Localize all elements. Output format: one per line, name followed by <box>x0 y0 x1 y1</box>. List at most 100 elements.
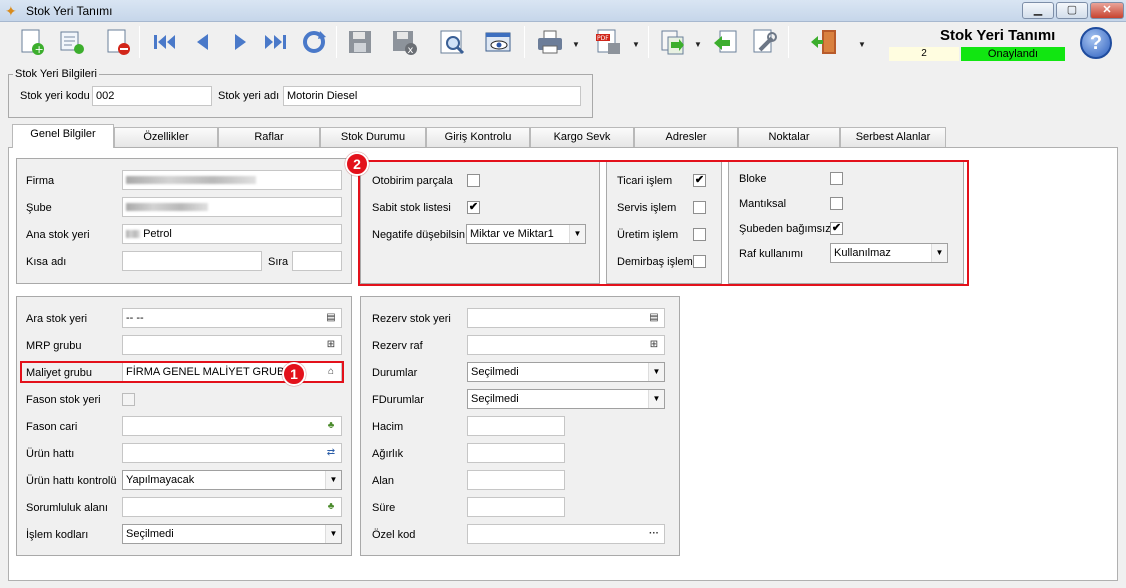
urun-hatti-input[interactable]: ⇄ <box>122 443 342 463</box>
chevron-down-icon: ▼ <box>648 363 664 381</box>
rezerv-raf-label: Rezerv raf <box>372 340 423 352</box>
tab-noktalar[interactable]: Noktalar <box>738 127 840 147</box>
next-record-button[interactable] <box>222 24 258 60</box>
window-title: Stok Yeri Tanımı <box>26 4 113 18</box>
chevron-down-icon: ▼ <box>325 525 341 543</box>
pdf-dropdown-arrow[interactable]: ▼ <box>632 40 640 49</box>
pdf-export-button[interactable]: PDF <box>590 24 626 60</box>
ana-stok-input[interactable]: Petrol <box>122 224 342 244</box>
sorumluluk-input[interactable]: ♣ <box>122 497 342 517</box>
rezerv-stok-input[interactable]: ▤ <box>467 308 665 328</box>
tree-icon[interactable]: ⊞ <box>646 338 662 352</box>
fason-cari-input[interactable]: ♣ <box>122 416 342 436</box>
sira-label: Sıra <box>268 256 289 268</box>
list-icon[interactable]: ▤ <box>646 311 662 325</box>
minimize-button[interactable]: ▁ <box>1022 2 1054 19</box>
first-record-button[interactable] <box>146 24 182 60</box>
form-title: Stok Yeri Tanımı <box>940 27 1056 44</box>
firma-input[interactable] <box>122 170 342 190</box>
tree-icon[interactable]: ⊞ <box>323 338 339 352</box>
fason-stok-checkbox[interactable] <box>122 393 135 406</box>
sure-input[interactable] <box>467 497 565 517</box>
stock-code-label: Stok yeri kodu <box>20 90 90 102</box>
ara-stok-label: Ara stok yeri <box>26 313 88 325</box>
tab-stok-durumu[interactable]: Stok Durumu <box>320 127 426 147</box>
settings-button[interactable] <box>746 24 782 60</box>
refresh-button[interactable] <box>296 24 332 60</box>
ara-stok-input[interactable]: -- -- ▤ <box>122 308 342 328</box>
mrp-input[interactable]: ⊞ <box>122 335 342 355</box>
tab-serbest-alanlar[interactable]: Serbest Alanlar <box>840 127 946 147</box>
stock-code-input[interactable]: 002 <box>92 86 212 106</box>
tab-kargo-sevk[interactable]: Kargo Sevk <box>530 127 634 147</box>
tab-ozellikler[interactable]: Özellikler <box>114 127 218 147</box>
stock-name-input[interactable]: Motorin Diesel <box>283 86 581 106</box>
cancel-save-button[interactable]: x <box>386 24 422 60</box>
print-dropdown-arrow[interactable]: ▼ <box>572 40 580 49</box>
alan-input[interactable] <box>467 470 565 490</box>
back-button[interactable] <box>708 24 744 60</box>
cancel-save-icon: x <box>393 31 417 56</box>
new-copy-button[interactable] <box>54 24 90 60</box>
title-bar: ✦ Stok Yeri Tanımı ▁ ▢ ✕ <box>0 0 1126 22</box>
durumlar-value: Seçilmedi <box>471 366 519 378</box>
urun-kontrol-select[interactable]: Yapılmayacak ▼ <box>122 470 342 490</box>
tab-genel-bilgiler[interactable]: Genel Bilgiler <box>12 124 114 148</box>
svg-text:+: + <box>35 43 44 56</box>
fdurumlar-select[interactable]: Seçilmedi ▼ <box>467 389 665 409</box>
butterfly-app-icon: ✦ <box>5 3 17 19</box>
preview-button[interactable] <box>480 24 516 60</box>
highlight-box-2 <box>358 160 969 286</box>
search-button[interactable] <box>434 24 470 60</box>
hacim-input[interactable] <box>467 416 565 436</box>
exit-dropdown-arrow[interactable]: ▼ <box>858 40 866 49</box>
close-button[interactable]: ✕ <box>1090 2 1124 19</box>
alan-label: Alan <box>372 475 395 487</box>
pdf-export-icon: PDF <box>596 29 620 54</box>
import-dropdown-arrow[interactable]: ▼ <box>694 40 702 49</box>
durumlar-select[interactable]: Seçilmedi ▼ <box>467 362 665 382</box>
tab-adresler[interactable]: Adresler <box>634 127 738 147</box>
islem-kodlari-select[interactable]: Seçilmedi ▼ <box>122 524 342 544</box>
help-button[interactable]: ? <box>1080 27 1112 59</box>
kisa-adi-input[interactable] <box>122 251 262 271</box>
hacim-label: Hacim <box>372 421 404 433</box>
status-badge: Onaylandı <box>961 47 1065 61</box>
production-line-icon[interactable]: ⇄ <box>323 446 339 460</box>
delete-button[interactable] <box>100 24 136 60</box>
agirlik-input[interactable] <box>467 443 565 463</box>
ozel-kod-input[interactable]: ··· <box>467 524 665 544</box>
urun-kontrol-label: Ürün hattı kontrolü <box>26 475 117 487</box>
mrp-label: MRP grubu <box>26 340 82 352</box>
firma-label: Firma <box>26 175 55 187</box>
chevron-down-icon: ▼ <box>648 390 664 408</box>
stock-name-label: Stok yeri adı <box>218 90 280 102</box>
stock-info-legend: Stok Yeri Bilgileri <box>13 68 99 80</box>
print-button[interactable] <box>532 24 568 60</box>
import-button[interactable] <box>654 24 690 60</box>
new-record-icon: + <box>21 29 44 56</box>
new-record-button[interactable]: + <box>14 24 50 60</box>
previous-record-button[interactable] <box>184 24 220 60</box>
badge-one: 1 <box>282 362 306 386</box>
people-icon[interactable]: ♣ <box>323 500 339 514</box>
last-record-button[interactable] <box>258 24 294 60</box>
ana-stok-value: Petrol <box>143 228 172 240</box>
search-icon <box>440 30 465 55</box>
people-icon[interactable]: ♣ <box>323 419 339 433</box>
maximize-button[interactable]: ▢ <box>1056 2 1088 19</box>
record-count: 2 <box>889 47 959 61</box>
sube-input[interactable] <box>122 197 342 217</box>
sira-input[interactable] <box>292 251 342 271</box>
tab-giris-kontrolu[interactable]: Giriş Kontrolu <box>426 127 530 147</box>
durumlar-label: Durumlar <box>372 367 418 379</box>
ellipsis-icon[interactable]: ··· <box>646 527 662 541</box>
exit-button[interactable] <box>806 24 842 60</box>
list-icon[interactable]: ▤ <box>323 311 339 325</box>
badge-two: 2 <box>345 152 369 176</box>
rezerv-raf-input[interactable]: ⊞ <box>467 335 665 355</box>
tab-raflar[interactable]: Raflar <box>218 127 320 147</box>
import-icon <box>661 30 684 55</box>
sube-value-redacted <box>126 203 208 211</box>
save-button[interactable] <box>342 24 378 60</box>
